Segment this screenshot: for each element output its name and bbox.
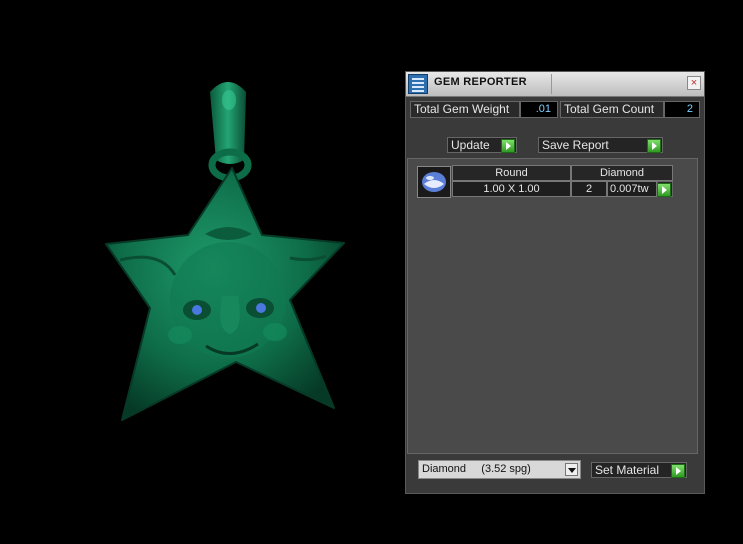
update-button-label: Update [451, 138, 490, 152]
gem-count-cell: 2 [571, 181, 607, 197]
gem-thumbnail[interactable] [417, 166, 451, 198]
gem-reporter-panel: GEM REPORTER × Total Gem Weight .01 Tota… [405, 71, 705, 494]
title-bar[interactable]: GEM REPORTER × [406, 72, 704, 97]
play-arrow-icon[interactable] [501, 139, 515, 153]
model-viewport[interactable] [0, 0, 400, 544]
gem-size-cell: 1.00 X 1.00 [452, 181, 571, 197]
material-dropdown-value: Diamond (3.52 spg) [422, 463, 531, 475]
total-gem-count-label: Total Gem Count [560, 101, 664, 118]
column-header-shape: Round [452, 165, 571, 181]
total-gem-count-value: 2 [664, 101, 700, 118]
play-arrow-icon[interactable] [647, 139, 661, 153]
material-dropdown[interactable]: Diamond (3.52 spg) [418, 460, 581, 479]
gem-reporter-icon [408, 74, 428, 94]
save-report-button-label: Save Report [542, 138, 609, 152]
play-arrow-icon[interactable] [671, 464, 685, 478]
column-header-material: Diamond [571, 165, 673, 181]
star-pendant-model [105, 82, 345, 421]
play-arrow-icon[interactable] [657, 183, 671, 197]
title-divider [551, 74, 552, 94]
gem-list[interactable]: Round Diamond 1.00 X 1.00 2 0.007tw [407, 158, 698, 454]
round-gem-icon [422, 172, 446, 192]
update-button[interactable]: Update [447, 137, 517, 153]
close-button[interactable]: × [687, 76, 701, 90]
panel-title: GEM REPORTER [434, 76, 527, 88]
set-material-button-label: Set Material [595, 463, 660, 477]
total-gem-weight-label: Total Gem Weight [410, 101, 520, 118]
row-action-button[interactable] [657, 181, 673, 197]
chevron-down-icon[interactable] [565, 463, 578, 476]
total-gem-weight-value: .01 [520, 101, 558, 118]
set-material-button[interactable]: Set Material [591, 462, 687, 478]
save-report-button[interactable]: Save Report [538, 137, 663, 153]
gem-weight-cell: 0.007tw [607, 181, 657, 197]
